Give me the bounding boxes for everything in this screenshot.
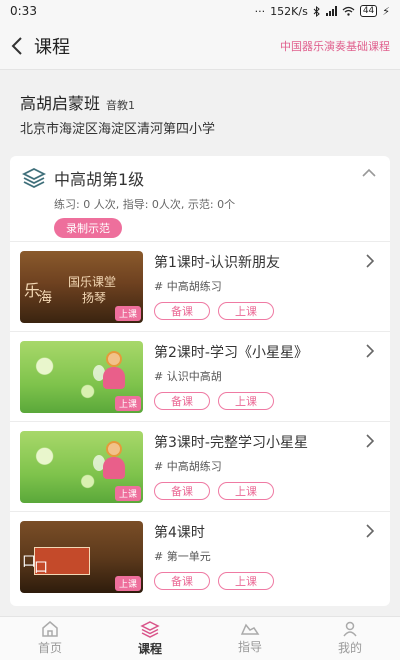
hash-icon: #: [154, 460, 164, 473]
person-icon: [343, 621, 357, 637]
lesson-thumbnail: 上课: [20, 341, 143, 413]
thumbnail-badge: 上课: [114, 396, 141, 411]
lesson-tag: # 第一单元: [154, 550, 211, 563]
signal-icon: [325, 6, 337, 16]
thumbnail-text: 国乐课堂: [68, 275, 117, 289]
chevron-right-icon: [366, 254, 374, 268]
prepare-lesson-button[interactable]: 备课: [154, 572, 210, 590]
layers-icon: [140, 620, 160, 638]
hash-icon: #: [154, 280, 164, 293]
prepare-lesson-button[interactable]: 备课: [154, 482, 210, 500]
chevron-left-icon: [11, 36, 22, 55]
lesson-tag: # 中高胡练习: [154, 280, 222, 293]
start-class-button[interactable]: 上课: [218, 302, 274, 320]
app-header: 课程 中国器乐演奏基础课程: [0, 22, 400, 70]
more-dots-icon: ···: [254, 4, 266, 18]
nav-label: 首页: [37, 641, 62, 655]
thumbnail-text: 扬琴: [82, 291, 107, 305]
layers-icon: [22, 167, 46, 189]
lesson-thumbnail: 乐 海 国乐课堂 扬琴 上课: [20, 251, 143, 323]
lesson-title: 第3课时-完整学习小星星: [154, 435, 308, 451]
course-card: 中高胡第1级 练习: 0 人次, 指导: 0人次, 示范: 0个 录制示范 乐 …: [10, 156, 390, 606]
start-class-button[interactable]: 上课: [218, 392, 274, 410]
level-header[interactable]: 中高胡第1级 练习: 0 人次, 指导: 0人次, 示范: 0个 录制示范: [10, 156, 390, 242]
class-tag: 音教1: [106, 99, 136, 112]
lesson-item[interactable]: 上课 第3课时-完整学习小星星 # 中高胡练习 备课 上课: [10, 422, 390, 512]
lesson-item[interactable]: 口 口 上课 第4课时 # 第一单元 备课 上课: [10, 512, 390, 602]
start-class-button[interactable]: 上课: [218, 482, 274, 500]
bottom-nav: 首页 课程 指导 我的: [0, 616, 400, 660]
thumbnail-badge: 上课: [114, 306, 141, 321]
level-stats: 练习: 0 人次, 指导: 0人次, 示范: 0个: [54, 198, 236, 211]
class-address: 北京市海淀区海淀区清河第四小学: [20, 122, 216, 137]
lesson-title: 第1课时-认识新朋友: [154, 255, 280, 271]
nav-label: 我的: [337, 641, 362, 655]
status-bar: 0:33 ··· 152K/s 44 ⚡: [0, 0, 400, 22]
course-category-link[interactable]: 中国器乐演奏基础课程: [280, 38, 390, 54]
chevron-right-icon: [366, 524, 374, 538]
start-class-button[interactable]: 上课: [218, 572, 274, 590]
lesson-title: 第4课时: [154, 525, 205, 541]
chevron-right-icon: [366, 434, 374, 448]
guide-icon: [240, 623, 260, 635]
lesson-title: 第2课时-学习《小星星》: [154, 345, 308, 361]
nav-home[interactable]: 首页: [0, 617, 100, 660]
status-icons: ··· 152K/s 44 ⚡: [255, 5, 390, 18]
lesson-tag: # 中高胡练习: [154, 460, 222, 473]
page-title: 课程: [34, 36, 70, 58]
prepare-lesson-button[interactable]: 备课: [154, 392, 210, 410]
nav-mine[interactable]: 我的: [300, 617, 400, 660]
chevron-up-icon[interactable]: [362, 168, 376, 178]
status-time: 0:33: [10, 4, 37, 18]
nav-label: 课程: [137, 641, 162, 656]
lesson-tag: # 认识中高胡: [154, 370, 222, 383]
battery-icon: 44: [359, 5, 378, 17]
hash-icon: #: [154, 550, 164, 563]
home-icon: [42, 621, 58, 637]
nav-courses[interactable]: 课程: [100, 617, 200, 660]
network-speed: 152K/s: [270, 4, 308, 18]
lesson-thumbnail: 口 口 上课: [20, 521, 143, 593]
record-demo-button[interactable]: 录制示范: [54, 218, 122, 238]
thumbnail-badge: 上课: [114, 576, 141, 591]
thumbnail-text: 海: [38, 290, 52, 306]
back-button[interactable]: [0, 22, 34, 70]
cartoon-girl-illustration: [93, 441, 129, 485]
bluetooth-icon: [313, 5, 320, 17]
chevron-right-icon: [366, 344, 374, 358]
thumbnail-text: 口: [34, 560, 48, 576]
nav-guide[interactable]: 指导: [200, 617, 300, 660]
class-info: 高胡启蒙班 音教1 北京市海淀区海淀区清河第四小学: [0, 70, 400, 146]
lesson-item[interactable]: 乐 海 国乐课堂 扬琴 上课 第1课时-认识新朋友 # 中高胡练习 备课 上课: [10, 242, 390, 332]
thumbnail-badge: 上课: [114, 486, 141, 501]
class-name: 高胡启蒙班: [20, 94, 101, 113]
hash-icon: #: [154, 370, 164, 383]
cartoon-girl-illustration: [93, 351, 129, 395]
lesson-thumbnail: 上课: [20, 431, 143, 503]
lesson-item[interactable]: 上课 第2课时-学习《小星星》 # 认识中高胡 备课 上课: [10, 332, 390, 422]
prepare-lesson-button[interactable]: 备课: [154, 302, 210, 320]
charging-icon: ⚡: [382, 4, 390, 18]
level-name: 中高胡第1级: [54, 170, 145, 189]
wifi-icon: [342, 6, 355, 16]
nav-label: 指导: [237, 640, 262, 654]
